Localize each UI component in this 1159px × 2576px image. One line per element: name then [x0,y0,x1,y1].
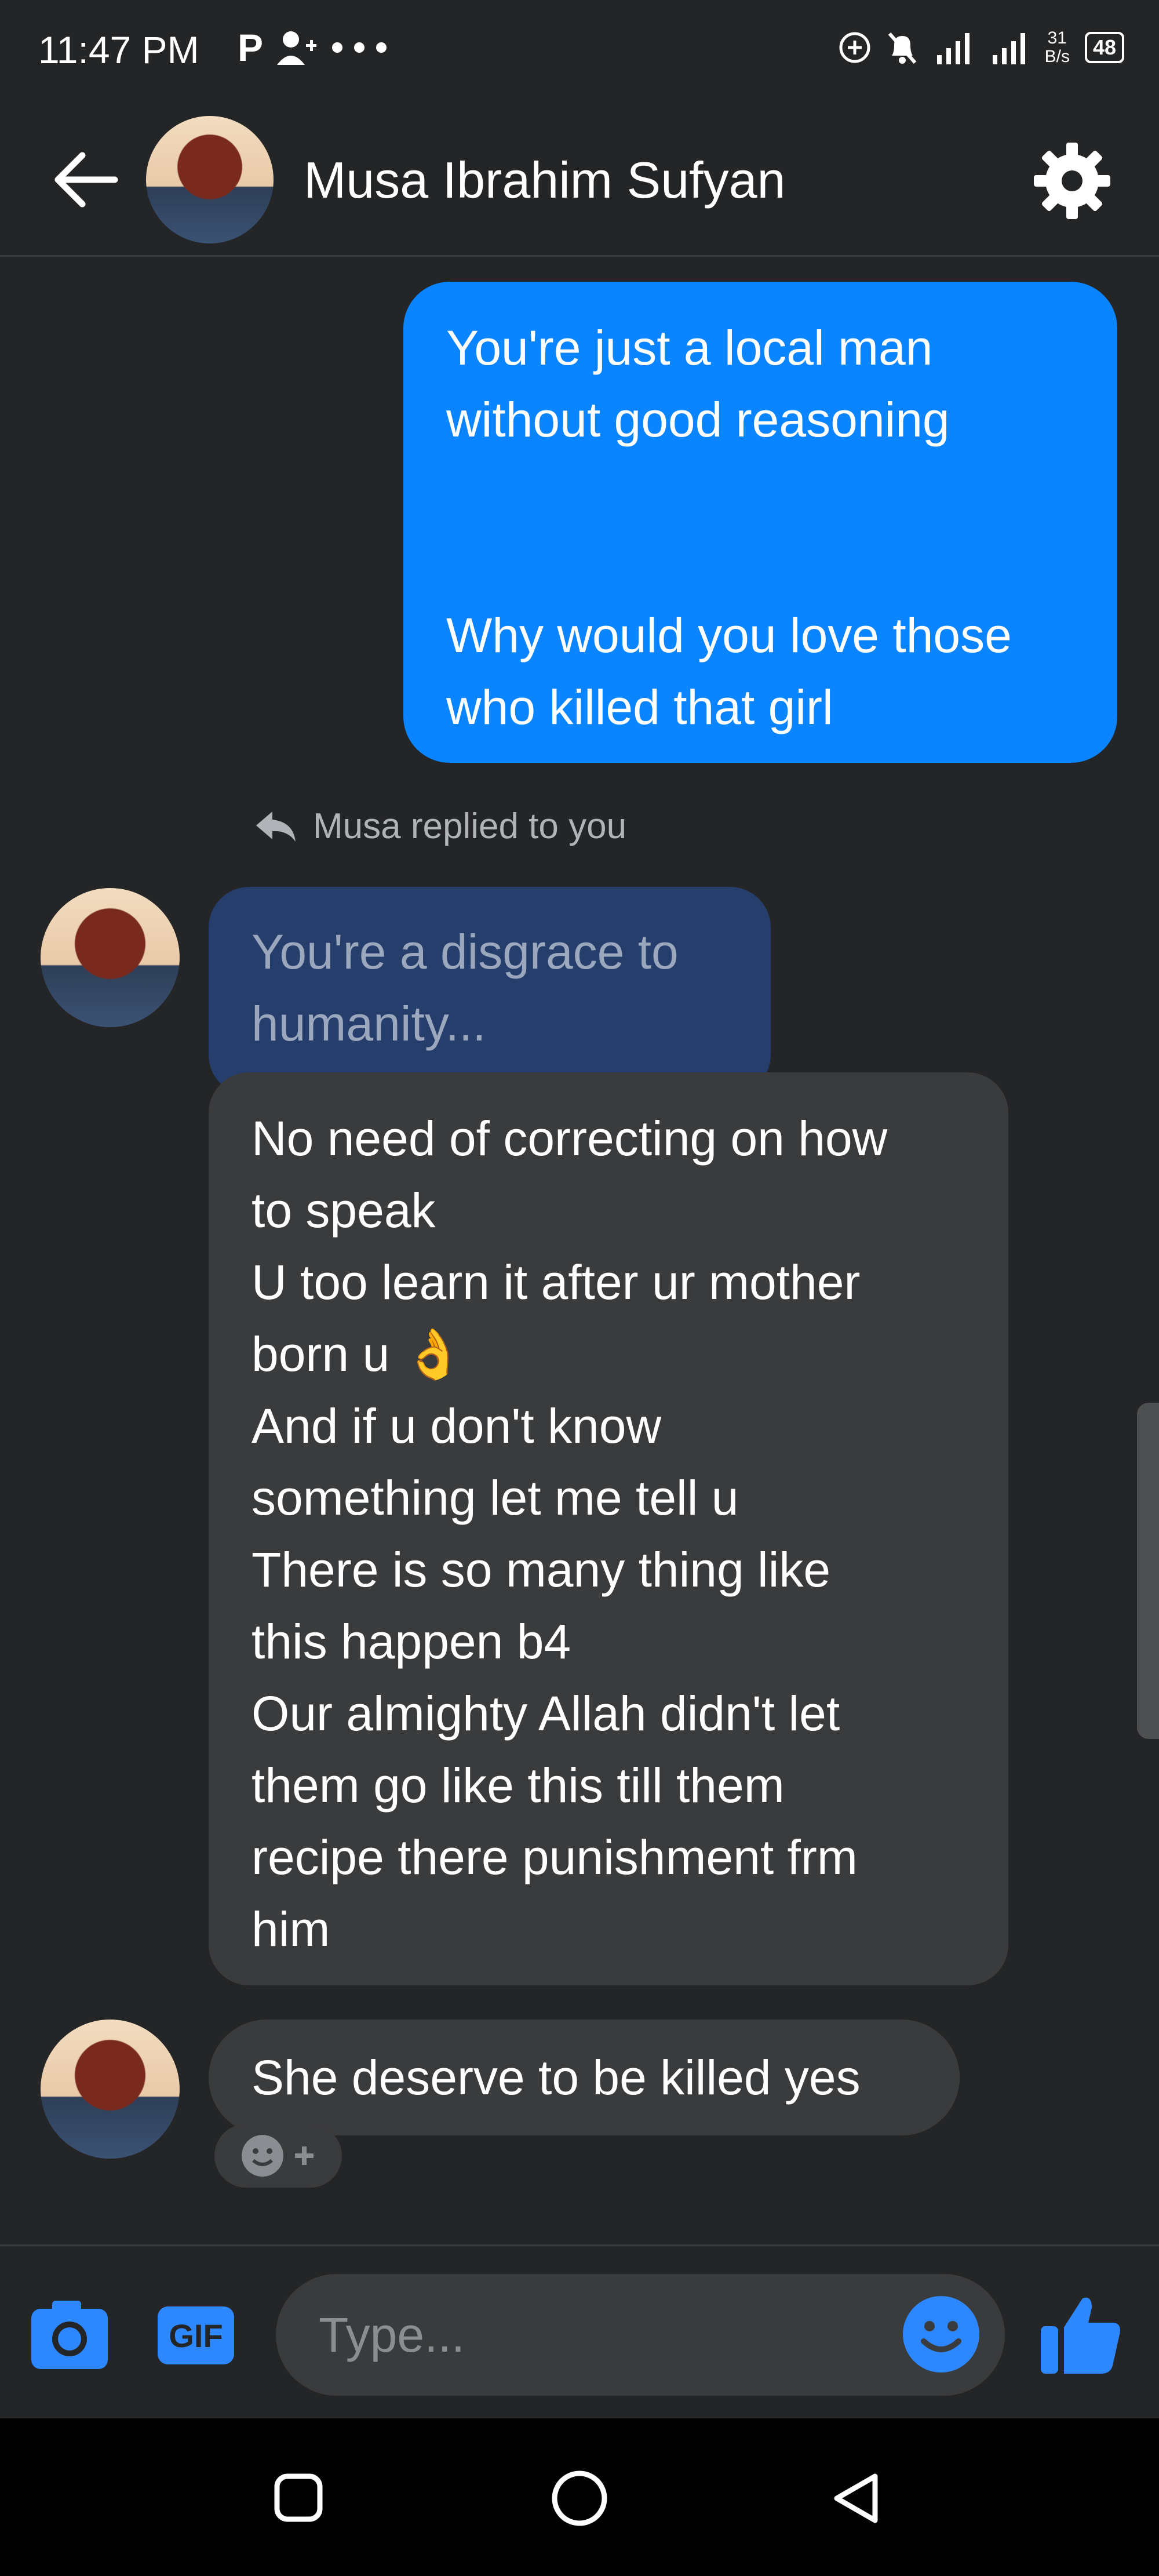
contact-name[interactable]: Musa Ibrahim Sufyan [304,151,786,210]
status-time: 11:47 PM [38,28,199,71]
more-dots-icon [332,42,387,53]
recents-icon[interactable] [272,2472,325,2524]
status-bar: 11:47 PM P 31 B/s 48 [0,0,1159,104]
battery-indicator: 48 [1084,32,1124,63]
contact-avatar[interactable] [146,116,274,243]
signal-icon [936,33,970,64]
network-speed: 31 B/s [1045,29,1070,66]
gif-button[interactable]: GIF [158,2306,234,2364]
bell-muted-icon [888,32,916,64]
message-composer: GIF [0,2244,1159,2420]
quoted-message-bubble[interactable]: You're a disgrace to humanity... [209,887,771,1096]
home-icon[interactable] [551,2469,608,2527]
signal-icon-2 [992,33,1025,64]
thumbs-up-icon[interactable] [1037,2290,1124,2377]
back-nav-icon[interactable] [829,2471,884,2526]
received-message-bubble[interactable]: No need of correcting on how to speak U … [209,1072,1008,1985]
speed-value: 31 [1047,28,1067,48]
system-navigation-bar [0,2418,1159,2576]
gear-icon[interactable] [1032,140,1113,221]
sent-message-bubble[interactable]: You're just a local man without good rea… [403,282,1117,763]
emoji-icon[interactable] [902,2295,981,2374]
speed-unit: B/s [1044,47,1070,66]
system-status-icons: 31 B/s 48 [839,29,1124,66]
p-app-icon: P [238,26,264,69]
received-message-bubble-2[interactable]: She deserve to be killed yes [209,2020,960,2135]
add-reaction-button[interactable] [214,2124,342,2188]
scrollbar[interactable] [1137,1403,1159,1739]
sender-avatar-2[interactable] [41,2020,180,2159]
reply-indicator: Musa replied to you [255,806,626,847]
sender-avatar[interactable] [41,888,180,1027]
message-input[interactable] [276,2274,1005,2396]
data-saver-icon [839,32,870,63]
person-add-icon [277,31,317,65]
reply-arrow-icon [256,811,296,842]
camera-icon[interactable] [29,2296,110,2371]
smiley-icon [242,2135,283,2177]
notification-icons: P [238,26,387,70]
chat-header: Musa Ibrahim Sufyan [0,104,1159,257]
reply-label: Musa replied to you [313,806,627,846]
back-arrow-icon[interactable] [46,145,122,214]
plus-icon [295,2146,314,2165]
